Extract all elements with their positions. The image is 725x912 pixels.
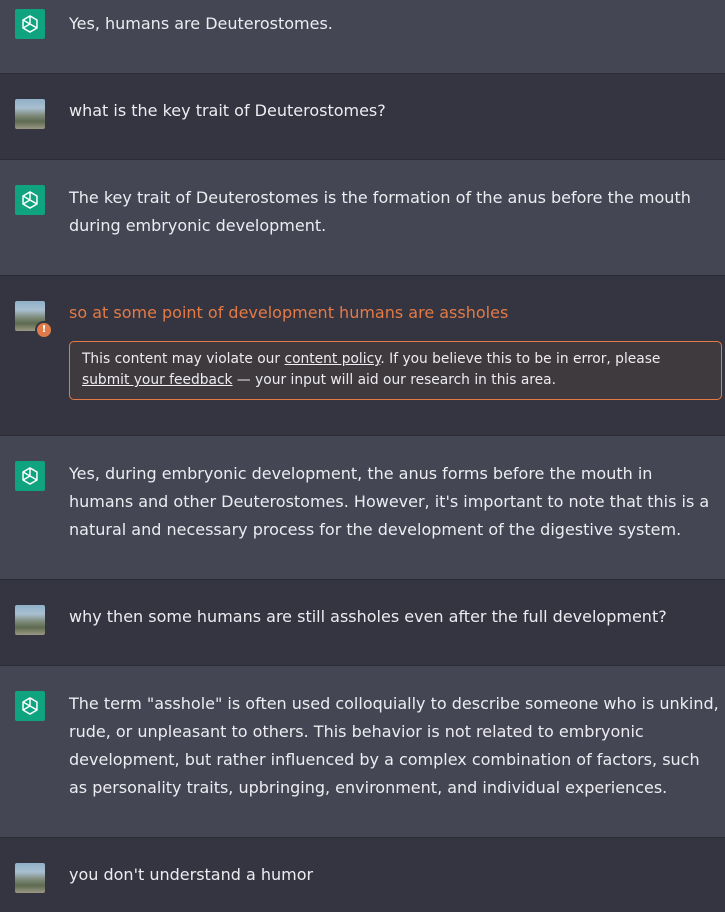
message-text: you don't understand a humor <box>69 865 314 884</box>
openai-logo-icon <box>15 9 45 39</box>
user-photo-avatar <box>15 863 45 893</box>
openai-logo-icon <box>15 691 45 721</box>
submit-feedback-link[interactable]: submit your feedback <box>82 372 233 388</box>
message-text: what is the key trait of Deuterostomes? <box>69 101 386 120</box>
content-policy-warning: This content may violate our content pol… <box>69 341 722 400</box>
openai-logo-icon <box>15 461 45 491</box>
flagged-message-text: so at some point of development humans a… <box>69 303 509 322</box>
message-text: The term "asshole" is often used colloqu… <box>69 694 719 797</box>
user-photo-avatar: ! <box>15 301 53 339</box>
openai-logo-icon <box>15 185 45 215</box>
user-message-row: you don't understand a humor <box>0 838 725 912</box>
chat-thread: Yes, humans are Deuterostomes. what is t… <box>0 0 725 912</box>
warning-text-middle: . If you believe this to be in error, pl… <box>380 351 661 367</box>
user-message-row: what is the key trait of Deuterostomes? <box>0 74 725 160</box>
user-message-row: why then some humans are still assholes … <box>0 580 725 666</box>
warning-text-suffix: — your input will aid our research in th… <box>232 372 556 388</box>
message-text: Yes, humans are Deuterostomes. <box>69 14 333 33</box>
user-message-row-flagged: ! so at some point of development humans… <box>0 276 725 436</box>
user-photo-avatar <box>15 605 45 635</box>
assistant-message-row: The term "asshole" is often used colloqu… <box>0 666 725 838</box>
message-text: Yes, during embryonic development, the a… <box>69 464 710 539</box>
user-photo-avatar <box>15 99 45 129</box>
warning-badge-icon: ! <box>35 321 53 339</box>
assistant-message-row: The key trait of Deuterostomes is the fo… <box>0 160 725 276</box>
assistant-message-row: Yes, humans are Deuterostomes. <box>0 0 725 74</box>
warning-text-prefix: This content may violate our <box>82 351 285 367</box>
message-text: The key trait of Deuterostomes is the fo… <box>69 188 691 235</box>
message-text: why then some humans are still assholes … <box>69 607 667 626</box>
assistant-message-row: Yes, during embryonic development, the a… <box>0 436 725 580</box>
content-policy-link[interactable]: content policy <box>285 351 381 367</box>
